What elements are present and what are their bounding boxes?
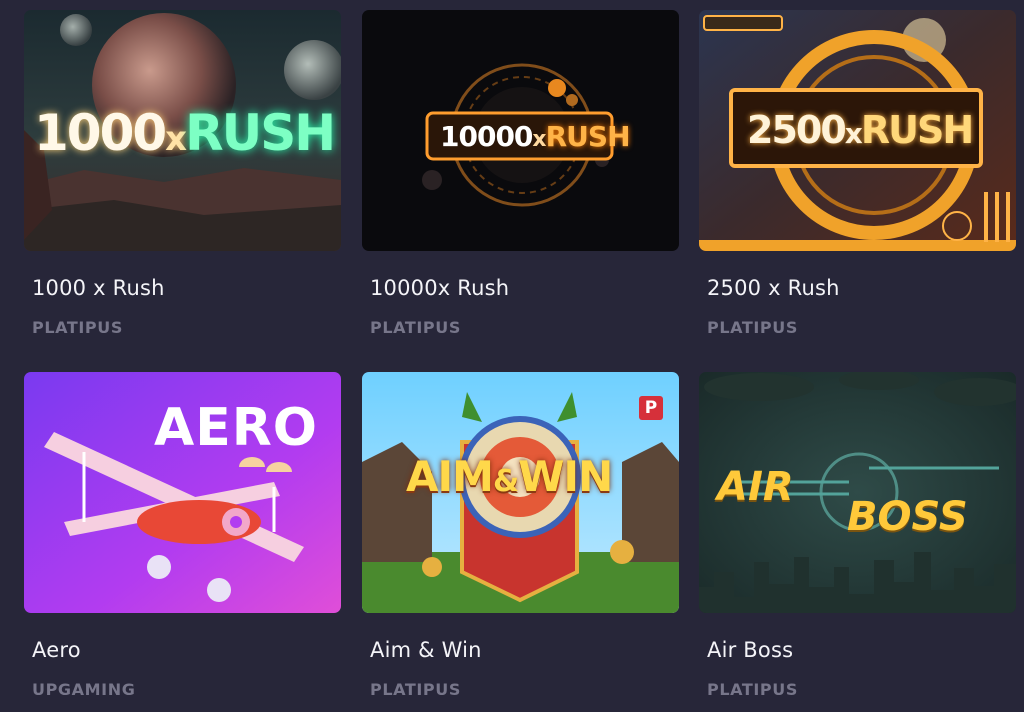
game-logo-text: 2500xRUSH [747, 108, 974, 152]
game-provider: PLATIPUS [370, 680, 461, 699]
game-title[interactable]: Aero [32, 638, 81, 662]
game-logo-text: 1000xRUSH [34, 104, 336, 162]
provider-badge-icon: P [639, 396, 663, 420]
game-card-10000x-rush[interactable]: 10000xRUSH 10000x Rush PLATIPUS [362, 10, 679, 337]
game-title[interactable]: 2500 x Rush [707, 276, 840, 300]
game-card-1000x-rush[interactable]: 1000xRUSH 1000 x Rush PLATIPUS [24, 10, 341, 337]
game-title[interactable]: 10000x Rush [370, 276, 509, 300]
game-logo-text: AERO [154, 398, 319, 458]
game-card-2500x-rush[interactable]: 2500xRUSH 2500 x Rush PLATIPUS [699, 10, 1016, 337]
game-logo-text: AIR [717, 464, 794, 510]
game-card-air-boss[interactable]: AIR BOSS Air Boss PLATIPUS [699, 372, 1016, 699]
game-provider: PLATIPUS [32, 318, 123, 337]
game-provider: PLATIPUS [707, 680, 798, 699]
game-provider: PLATIPUS [370, 318, 461, 337]
game-provider: PLATIPUS [707, 318, 798, 337]
game-title[interactable]: Aim & Win [370, 638, 482, 662]
game-logo-text-2: BOSS [847, 494, 968, 540]
game-thumbnail[interactable]: 10000xRUSH [362, 10, 679, 251]
game-provider: UPGAMING [32, 680, 136, 699]
game-title[interactable]: Air Boss [707, 638, 793, 662]
game-thumbnail[interactable]: 1000xRUSH [24, 10, 341, 251]
game-thumbnail[interactable]: AIR BOSS [699, 372, 1016, 613]
game-grid: 1000xRUSH 1000 x Rush PLATIPUS 10000xRUS… [0, 0, 1024, 712]
game-thumbnail[interactable]: P AIM&WIN [362, 372, 679, 613]
game-logo-text: AIM&WIN [406, 452, 613, 501]
game-logo-text: 10000xRUSH [440, 120, 631, 153]
game-card-aim-and-win[interactable]: P AIM&WIN Aim & Win PLATIPUS [362, 372, 679, 699]
game-thumbnail[interactable]: 2500xRUSH [699, 10, 1016, 251]
game-title[interactable]: 1000 x Rush [32, 276, 165, 300]
game-card-aero[interactable]: AERO Aero UPGAMING [24, 372, 341, 699]
game-thumbnail[interactable]: AERO [24, 372, 341, 613]
